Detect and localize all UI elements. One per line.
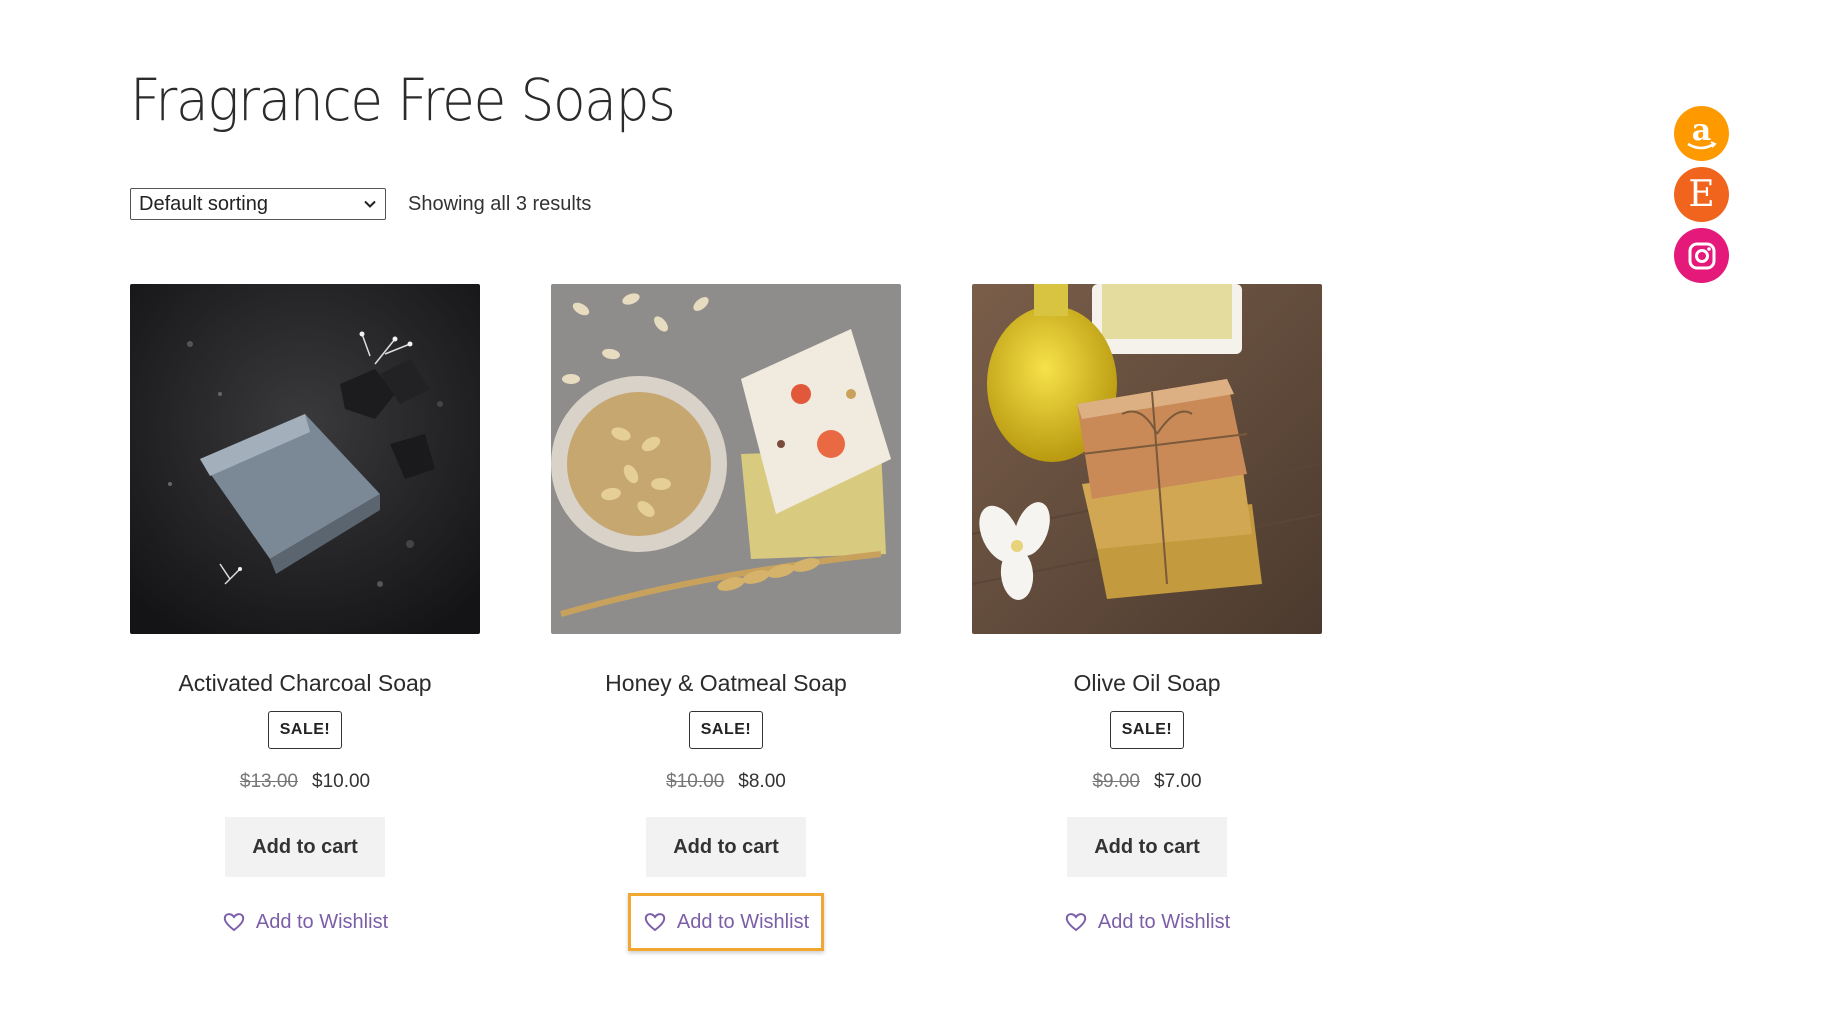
- sale-badge: SALE!: [1109, 711, 1185, 749]
- add-to-wishlist-link[interactable]: Add to Wishlist: [207, 893, 403, 951]
- product-title[interactable]: Activated Charcoal Soap: [130, 670, 480, 697]
- add-to-cart-button[interactable]: Add to cart: [225, 817, 385, 877]
- sorting-select[interactable]: Default sorting: [130, 188, 386, 220]
- sale-badge: SALE!: [267, 711, 343, 749]
- sale-price: $8.00: [738, 771, 786, 792]
- heart-icon: [1065, 913, 1087, 932]
- product-price: $9.00 $7.00: [972, 771, 1322, 793]
- heart-icon: [223, 913, 245, 932]
- etsy-icon[interactable]: E: [1674, 167, 1729, 222]
- chevron-down-icon: [364, 200, 376, 208]
- wishlist-label: Add to Wishlist: [255, 910, 389, 933]
- add-to-cart-button[interactable]: Add to cart: [646, 817, 806, 877]
- add-to-wishlist-link[interactable]: Add to Wishlist: [627, 893, 825, 951]
- product-title[interactable]: Olive Oil Soap: [972, 670, 1322, 697]
- add-to-wishlist-link[interactable]: Add to Wishlist: [1049, 893, 1245, 951]
- page-title: Fragrance Free Soaps: [130, 66, 676, 134]
- product-price: $10.00 $8.00: [551, 771, 901, 793]
- product-price: $13.00 $10.00: [130, 771, 480, 793]
- sale-price: $10.00: [312, 771, 371, 792]
- instagram-icon[interactable]: [1674, 228, 1729, 283]
- product-card-honey-oatmeal: Honey & Oatmeal Soap SALE! $10.00 $8.00 A…: [551, 284, 901, 951]
- wishlist-label: Add to Wishlist: [676, 910, 810, 933]
- social-links: a E: [1674, 106, 1729, 289]
- heart-icon: [644, 913, 666, 932]
- etsy-glyph: E: [1688, 173, 1715, 215]
- wishlist-label: Add to Wishlist: [1097, 910, 1231, 933]
- amazon-icon[interactable]: a: [1674, 106, 1729, 161]
- product-image-olive-oil[interactable]: [972, 284, 1322, 634]
- sorting-select-value: Default sorting: [139, 192, 268, 215]
- regular-price: $9.00: [1092, 771, 1140, 792]
- regular-price: $10.00: [666, 771, 725, 792]
- amazon-glyph: a: [1692, 113, 1711, 148]
- sale-price: $7.00: [1154, 771, 1202, 792]
- product-title[interactable]: Honey & Oatmeal Soap: [551, 670, 901, 697]
- add-to-cart-button[interactable]: Add to cart: [1067, 817, 1227, 877]
- product-card-charcoal: Activated Charcoal Soap SALE! $13.00 $10.…: [130, 284, 480, 951]
- regular-price: $13.00: [239, 771, 298, 792]
- product-card-olive-oil: Olive Oil Soap SALE! $9.00 $7.00 Add to c…: [972, 284, 1322, 951]
- product-image-charcoal[interactable]: [130, 284, 480, 634]
- sale-badge: SALE!: [688, 711, 764, 749]
- result-count: Showing all 3 results: [408, 192, 592, 215]
- catalog-toolbar: Default sorting Showing all 3 results: [130, 188, 591, 220]
- product-image-honey-oatmeal[interactable]: [551, 284, 901, 634]
